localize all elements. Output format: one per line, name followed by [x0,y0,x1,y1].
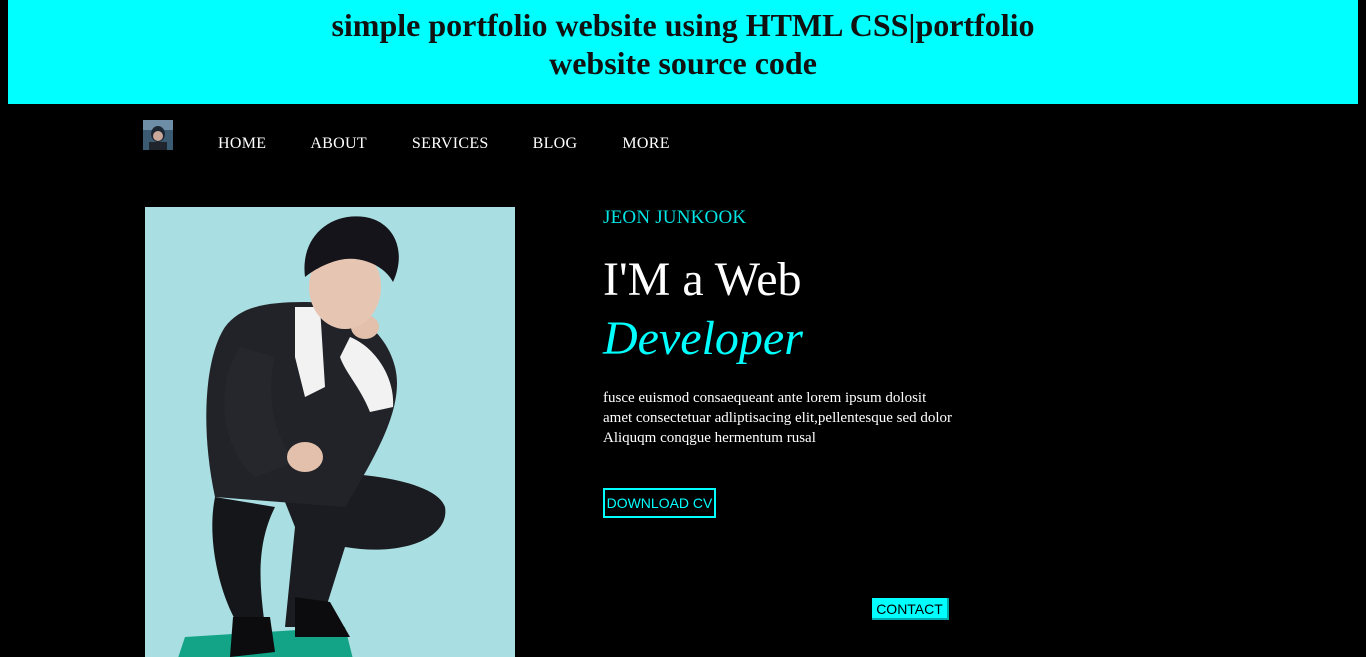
nav-item-home[interactable]: HOME [218,134,266,154]
logo-avatar[interactable] [143,120,173,150]
nav-item-services[interactable]: SERVICES [412,134,489,154]
nav-item-about[interactable]: ABOUT [310,134,367,154]
nav-item-blog[interactable]: BLOG [533,134,578,154]
main-nav: HOME ABOUT SERVICES BLOG MORE [218,134,670,154]
page-title: simple portfolio website using HTML CSS|… [331,7,1035,81]
hero-name: JEON JUNKOOK [603,207,747,228]
portrait-image [145,207,515,657]
hero-description: fusce euismod consaequeant ante lorem ip… [603,390,953,446]
download-cv-button[interactable]: DOWNLOAD CV [603,488,716,518]
page: simple portfolio website using HTML CSS|… [0,0,1366,657]
hero-headline-line2: Developer [603,312,803,365]
portrait-photo [145,207,515,657]
hero-headline-line1: I'M a Web [603,253,802,306]
contact-button[interactable]: CONTACT [872,598,949,620]
nav-item-more[interactable]: MORE [622,134,669,154]
avatar-icon [143,120,173,150]
title-banner: simple portfolio website using HTML CSS|… [8,0,1358,104]
